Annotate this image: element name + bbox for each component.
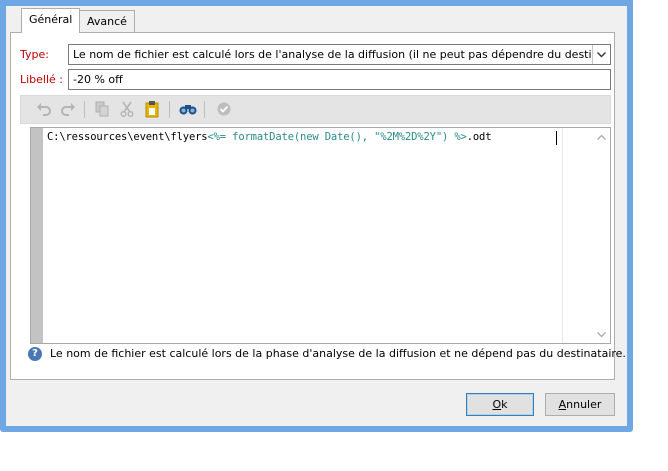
type-select[interactable]: Le nom de fichier est calculé lors de l'…	[68, 44, 611, 65]
undo-icon[interactable]	[33, 98, 55, 120]
tab-general[interactable]: Général	[21, 8, 81, 33]
tab-avance[interactable]: Avancé	[79, 10, 135, 32]
margin-guide	[562, 128, 563, 343]
ok-mnemonic: O	[492, 398, 502, 411]
info-message: Le nom de fichier est calculé lors de la…	[50, 347, 626, 360]
vertical-scrollbar[interactable]	[593, 128, 610, 343]
cut-icon[interactable]	[116, 98, 138, 120]
cancel-button[interactable]: Annuler	[545, 393, 615, 416]
chevron-down-icon[interactable]	[592, 45, 610, 64]
redo-icon[interactable]	[57, 98, 79, 120]
scroll-down-icon[interactable]	[593, 326, 610, 343]
type-select-value: Le nom de fichier est calculé lors de l'…	[73, 48, 592, 61]
editor-toolbar	[20, 95, 611, 124]
editor-gutter	[31, 128, 43, 343]
toolbar-separator	[204, 101, 205, 118]
paste-icon[interactable]	[141, 98, 163, 120]
code-line: C:\ressources\event\flyers<%= formatDate…	[47, 131, 492, 143]
tab-general-label: Général	[29, 13, 73, 26]
text-caret	[556, 131, 557, 145]
code-expression: <%= formatDate(new Date(), "%2M%2D%2Y") …	[207, 131, 467, 143]
toolbar-separator	[169, 101, 170, 118]
ok-label-rest: k	[501, 398, 508, 411]
code-editor[interactable]: C:\ressources\event\flyers<%= formatDate…	[30, 127, 611, 344]
cancel-label-rest: nnuler	[566, 398, 602, 411]
cancel-mnemonic: A	[558, 398, 567, 411]
type-label: Type:	[20, 48, 49, 61]
libelle-label: Libellé :	[20, 73, 64, 86]
ok-button[interactable]: Ok	[466, 393, 534, 416]
validate-icon[interactable]	[213, 98, 235, 120]
question-icon: ?	[28, 347, 42, 361]
copy-icon[interactable]	[91, 98, 113, 120]
tab-avance-label: Avancé	[87, 15, 127, 28]
libelle-input[interactable]: -20 % off	[68, 69, 611, 90]
code-extension: .odt	[466, 131, 492, 143]
scroll-up-icon[interactable]	[593, 128, 610, 145]
code-path: C:\ressources\event\flyers	[47, 131, 208, 143]
find-icon[interactable]	[177, 98, 199, 120]
toolbar-separator	[84, 101, 85, 118]
